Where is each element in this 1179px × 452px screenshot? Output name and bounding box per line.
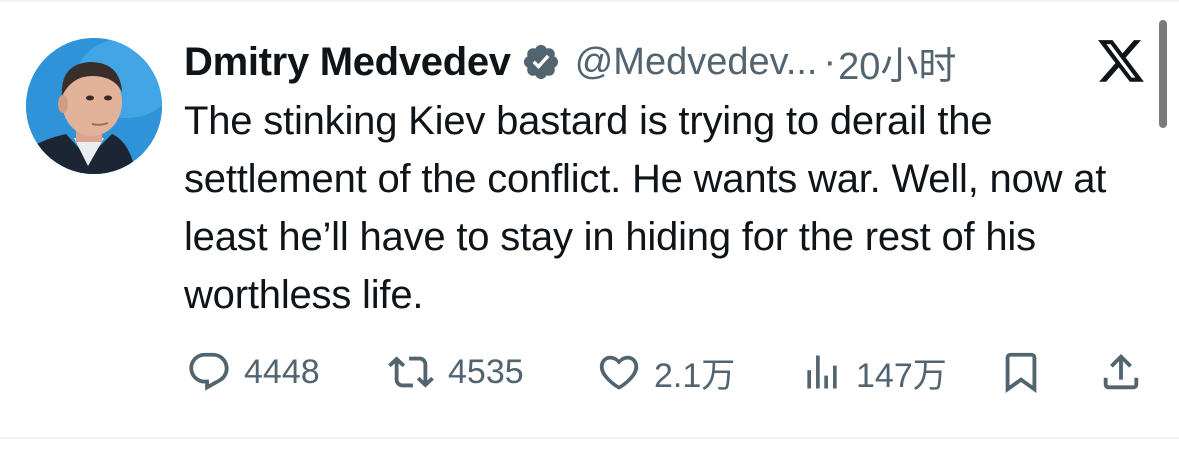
avatar[interactable] [26,38,162,174]
repost-button[interactable]: 4535 [386,346,524,398]
reply-count: 4448 [244,352,320,391]
avatar-image [26,38,162,174]
reply-icon [186,349,232,395]
x-logo-icon[interactable] [1096,38,1146,86]
separator-dot: · [823,40,837,83]
post-timestamp[interactable]: 20小时 [838,35,956,90]
share-button[interactable] [1098,346,1144,398]
bottom-divider [0,437,1179,439]
verified-badge-icon[interactable] [521,42,561,82]
author-handle[interactable]: @Medvedev... [575,41,818,84]
scrollbar[interactable] [1159,20,1167,128]
like-count: 2.1万 [654,356,736,395]
repost-count: 4535 [448,352,524,391]
share-icon [1098,349,1144,395]
reply-button[interactable]: 4448 [186,346,320,398]
action-bar: 4448 4535 2.1万 147万 [186,346,1146,398]
bookmark-icon [998,349,1044,395]
post-header: Dmitry Medvedev @Medvedev... · 20小时 [184,34,956,90]
top-divider [0,0,1179,2]
bookmark-button[interactable] [998,346,1044,398]
views-icon [800,349,844,395]
like-button[interactable]: 2.1万 [596,346,735,398]
views-count: 147万 [856,356,947,395]
post-text: The stinking Kiev bastard is trying to d… [184,99,1107,317]
heart-icon [596,349,642,395]
repost-icon [386,349,436,395]
views-button[interactable]: 147万 [800,346,947,398]
author-display-name[interactable]: Dmitry Medvedev [184,40,511,85]
